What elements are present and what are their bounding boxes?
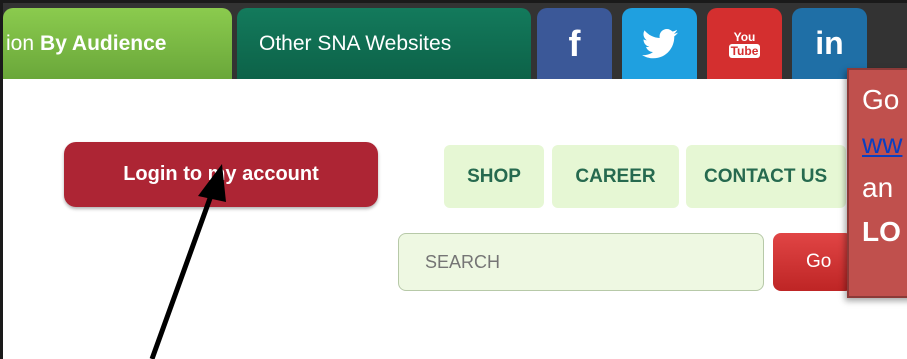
arrow-shaft <box>149 189 216 359</box>
annotation-arrow <box>149 164 226 359</box>
arrow-head <box>198 164 226 202</box>
